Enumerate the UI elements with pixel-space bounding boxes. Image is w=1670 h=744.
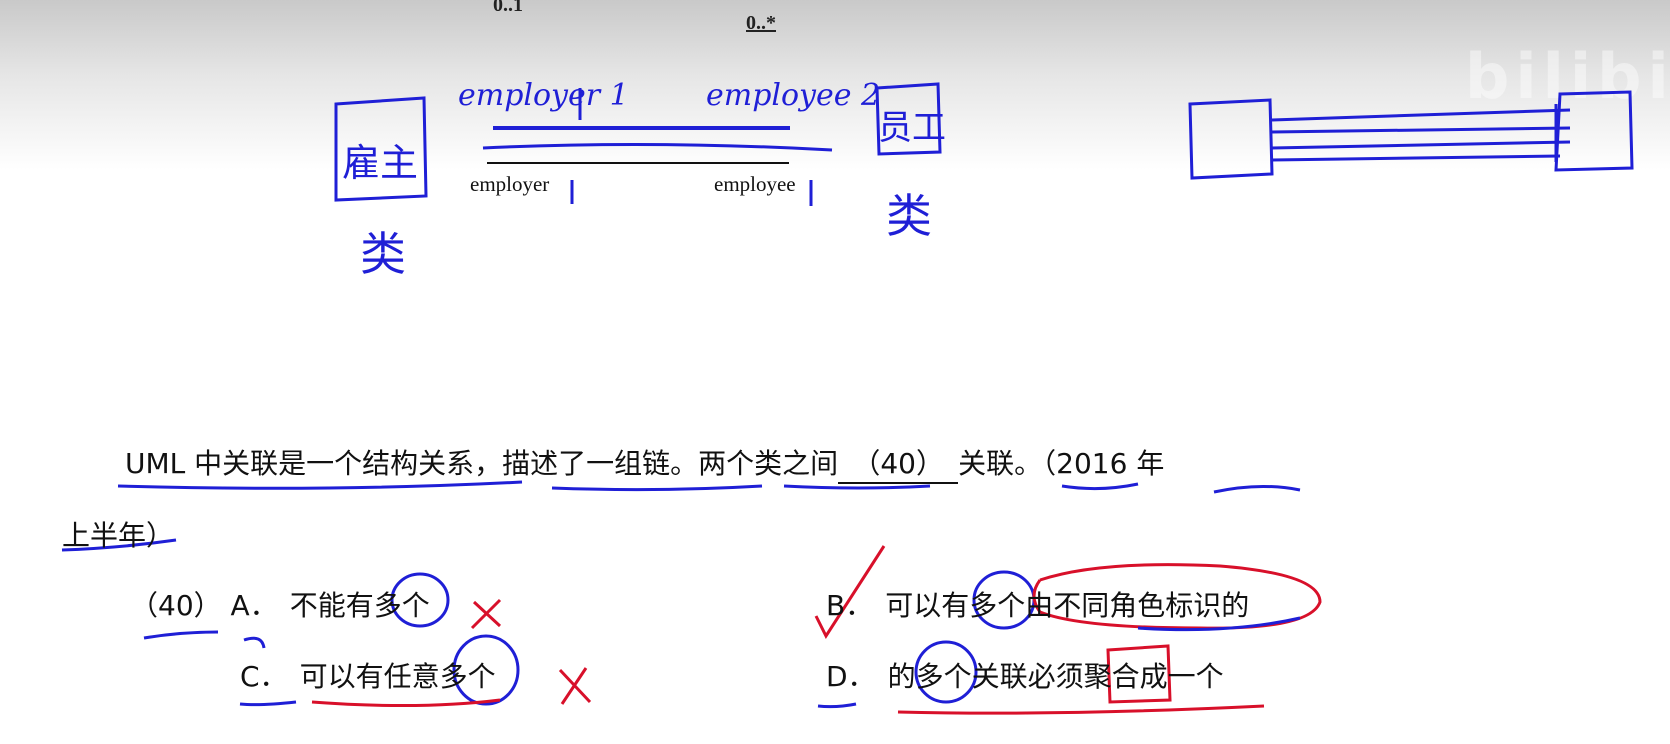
class-box-employee [875,82,942,156]
pen-annotations [61,82,1634,715]
option-b-text: 可以有多个由不同角色标识的 [885,589,1250,622]
option-a-letter: A． [230,589,278,622]
option-a: （40） A． 不能有多个 [130,584,430,624]
class-box-employer [334,96,428,202]
option-b-letter: B． [826,589,874,622]
question-text-after: 关联。（2016 年 [958,447,1165,480]
option-d-text: 的多个关联必须聚合成一个 [887,660,1224,693]
question-number: （40） [130,589,222,622]
option-d-letter: D． [826,660,876,693]
question-blank: （40） [838,442,959,484]
option-b: B． 可以有多个由不同角色标识的 [826,584,1249,624]
option-c-text: 可以有任意多个 [299,660,496,693]
sketch-box-right [1554,90,1634,172]
question-line-2: 上半年） [62,519,175,552]
sketch-box-left [1188,98,1274,180]
option-d: D． 的多个关联必须聚合成一个 [826,655,1224,695]
option-c: C． 可以有任意多个 [240,655,496,695]
option-c-letter: C． [240,660,288,693]
option-a-text: 不能有多个 [289,589,430,622]
question-line-1: UML 中关联是一个结构关系，描述了一组链。两个类之间 （40） 关联。（2016 … [125,442,1164,484]
drawn-association-2 [482,142,833,152]
question-text-before: UML 中关联是一个结构关系，描述了一组链。两个类之间 [125,447,839,480]
